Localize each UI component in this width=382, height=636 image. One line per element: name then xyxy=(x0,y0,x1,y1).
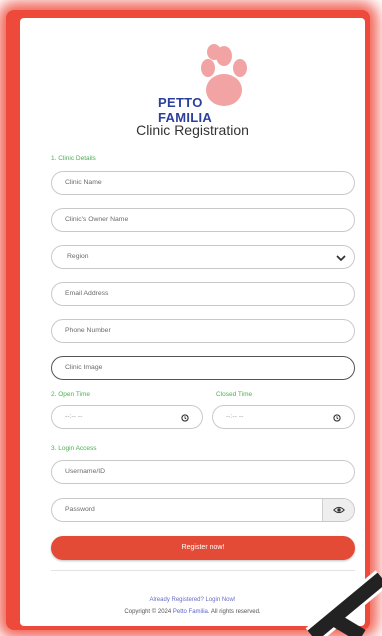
section-login-access: 3. Login Access xyxy=(51,445,97,452)
region-placeholder: Region xyxy=(67,253,89,260)
register-button[interactable]: Register now! xyxy=(51,536,355,560)
eye-icon xyxy=(333,506,345,514)
clinic-name-placeholder: Clinic Name xyxy=(65,179,102,186)
copyright-brand-link[interactable]: Petto Familia xyxy=(173,609,208,615)
brand-name-line1: PETTO xyxy=(158,95,203,110)
email-field[interactable]: Email Address xyxy=(51,282,355,306)
clinic-image-placeholder: Clinic Image xyxy=(65,364,103,371)
password-placeholder: Password xyxy=(65,506,95,513)
owner-name-field[interactable]: Clinic's Owner Name xyxy=(51,208,355,232)
clinic-image-upload[interactable]: Clinic Image xyxy=(51,356,355,380)
open-time-value: --:-- -- xyxy=(65,413,83,420)
password-toggle-button[interactable] xyxy=(322,499,354,521)
email-placeholder: Email Address xyxy=(65,290,109,297)
region-select[interactable]: Region xyxy=(51,245,355,269)
copyright-suffix: . All rights reserved. xyxy=(207,609,261,615)
owner-name-placeholder: Clinic's Owner Name xyxy=(65,216,129,223)
chevron-down-icon xyxy=(336,255,346,261)
brand-logo: PETTO FAMILIA xyxy=(140,44,250,125)
clinic-name-field[interactable]: Clinic Name xyxy=(51,171,355,195)
username-field[interactable]: Username/ID xyxy=(51,460,355,484)
open-time-input[interactable]: --:-- -- xyxy=(51,405,203,429)
clock-icon[interactable] xyxy=(181,414,189,422)
section-open-time: 2. Open Time xyxy=(51,391,91,398)
watermark-mark xyxy=(305,570,382,636)
page-title: Clinic Registration xyxy=(136,122,249,138)
registration-card: PETTO FAMILIA Clinic Registration 1. Cli… xyxy=(20,18,365,626)
closed-time-value: --:-- -- xyxy=(226,413,244,420)
clock-icon[interactable] xyxy=(333,414,341,422)
phone-placeholder: Phone Number xyxy=(65,327,111,334)
section-clinic-details: 1. Clinic Details xyxy=(51,155,96,162)
section-closed-time: Closed Time xyxy=(216,391,253,398)
copyright-prefix: Copyright © 2024 xyxy=(124,609,173,615)
username-placeholder: Username/ID xyxy=(65,468,106,475)
closed-time-input[interactable]: --:-- -- xyxy=(212,405,355,429)
phone-field[interactable]: Phone Number xyxy=(51,319,355,343)
password-field[interactable]: Password xyxy=(51,498,355,522)
